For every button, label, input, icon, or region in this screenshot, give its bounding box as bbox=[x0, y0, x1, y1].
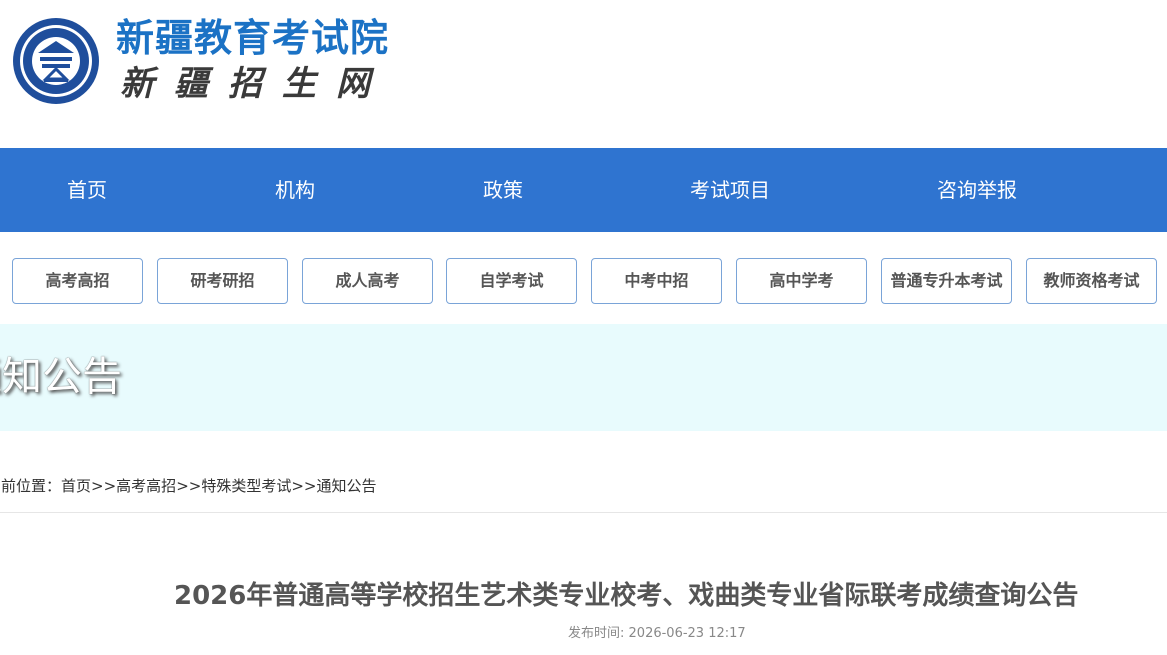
site-subtitle: 新疆招生网 bbox=[120, 64, 390, 104]
tab-upgrade-exam[interactable]: 普通专升本考试 bbox=[881, 258, 1012, 304]
tab-high-school-test[interactable]: 高中学考 bbox=[736, 258, 867, 304]
tab-teacher-cert[interactable]: 教师资格考试 bbox=[1026, 258, 1157, 304]
divider bbox=[0, 512, 1167, 513]
tab-zhongkao[interactable]: 中考中招 bbox=[591, 258, 722, 304]
tab-graduate-exam[interactable]: 研考研招 bbox=[157, 258, 288, 304]
breadcrumb-notices[interactable]: 通知公告 bbox=[316, 477, 376, 495]
section-banner: 通知公告 bbox=[0, 324, 1167, 431]
main-nav: 首页 机构 政策 考试项目 咨询举报 bbox=[0, 148, 1167, 232]
category-tabs: 高考高招 研考研招 成人高考 自学考试 中考中招 高中学考 普通专升本考试 教师… bbox=[0, 258, 1167, 306]
breadcrumb-separator: >> bbox=[176, 477, 202, 495]
banner-title: 通知公告 bbox=[0, 354, 122, 400]
breadcrumb-prefix: 当前位置： bbox=[0, 477, 62, 495]
breadcrumb-separator: >> bbox=[91, 477, 117, 495]
breadcrumb-gaokao[interactable]: 高考高招 bbox=[116, 477, 176, 495]
publish-label: 发布时间: bbox=[568, 626, 625, 641]
site-title: 新疆教育考试院 bbox=[116, 16, 390, 60]
publish-time: 2026-06-23 12:17 bbox=[628, 626, 746, 641]
tab-gaokao[interactable]: 高考高招 bbox=[12, 258, 143, 304]
site-header: 新疆教育考试院 新疆招生网 bbox=[0, 0, 1167, 148]
nav-item-policy[interactable]: 政策 bbox=[483, 148, 523, 232]
breadcrumb: 当前位置：首页>>高考高招>>特殊类型考试>>通知公告 bbox=[0, 474, 377, 498]
tab-self-study-exam[interactable]: 自学考试 bbox=[446, 258, 577, 304]
nav-item-home[interactable]: 首页 bbox=[67, 148, 107, 232]
breadcrumb-special-exam[interactable]: 特殊类型考试 bbox=[201, 477, 291, 495]
nav-item-organization[interactable]: 机构 bbox=[275, 148, 315, 232]
nav-item-consult-report[interactable]: 咨询举报 bbox=[937, 148, 1017, 232]
publish-info: 发布时间: 2026-06-23 12:17 bbox=[568, 624, 746, 644]
nav-item-exam-projects[interactable]: 考试项目 bbox=[690, 148, 770, 232]
breadcrumb-separator: >> bbox=[291, 477, 317, 495]
tab-adult-exam[interactable]: 成人高考 bbox=[302, 258, 433, 304]
breadcrumb-home[interactable]: 首页 bbox=[61, 477, 91, 495]
education-seal-logo[interactable] bbox=[12, 17, 100, 105]
article-title: 2026年普通高等学校招生艺术类专业校考、戏曲类专业省际联考成绩查询公告 bbox=[174, 581, 1079, 611]
